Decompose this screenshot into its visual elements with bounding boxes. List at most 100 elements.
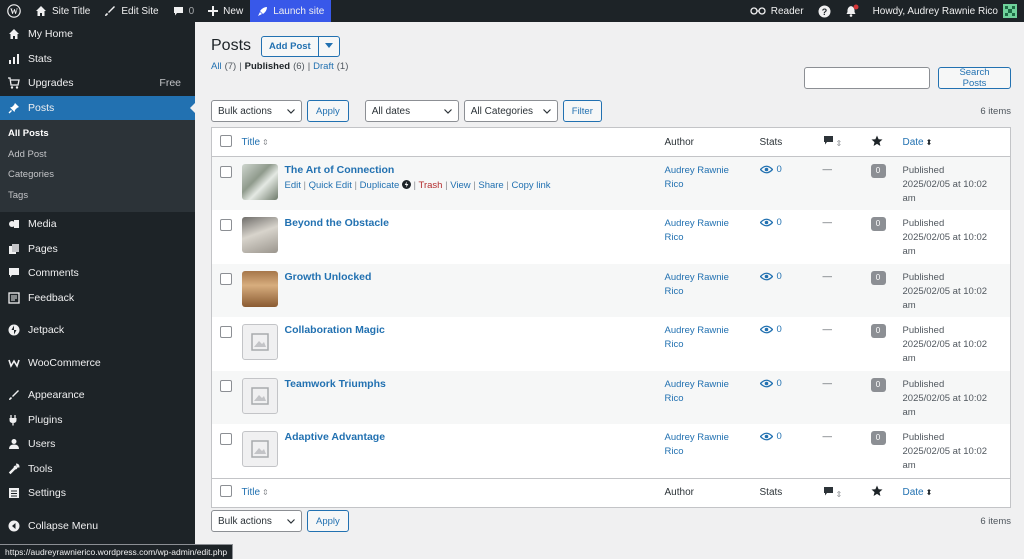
- sidebar-item-appearance[interactable]: Appearance: [0, 383, 195, 408]
- post-author-link[interactable]: Audrey Rawnie Rico: [665, 271, 752, 299]
- date-footer-label: Date: [902, 487, 924, 499]
- row-checkbox[interactable]: [220, 166, 232, 178]
- settings-icon: [9, 488, 19, 499]
- launch-site-button[interactable]: Launch site: [250, 0, 332, 22]
- post-stats[interactable]: 0: [759, 431, 815, 442]
- dates-filter-select[interactable]: All dates: [364, 100, 459, 122]
- view-published-link[interactable]: Published: [245, 61, 290, 72]
- submenu-item-tags[interactable]: Tags: [0, 186, 195, 207]
- filter-button[interactable]: Filter: [562, 100, 602, 122]
- author-line: Rico: [664, 339, 684, 351]
- post-title-link[interactable]: Teamwork Triumphs: [285, 378, 386, 390]
- view-link[interactable]: View: [450, 180, 470, 191]
- sidebar-item-media[interactable]: Media: [0, 212, 195, 237]
- post-author-link[interactable]: Audrey Rawnie Rico: [665, 217, 752, 245]
- sort-desc-icon: ⬍: [925, 137, 933, 147]
- comments-column-header[interactable]: ⇕: [818, 127, 867, 157]
- post-title-link[interactable]: Beyond the Obstacle: [285, 217, 389, 229]
- eye-icon: [759, 218, 773, 227]
- post-thumbnail-placeholder[interactable]: [241, 431, 278, 468]
- share-link[interactable]: Share: [478, 180, 503, 191]
- notifications-button[interactable]: [838, 0, 866, 22]
- date-column-footer[interactable]: Date ⬍: [898, 477, 1011, 508]
- post-thumbnail-placeholder[interactable]: [241, 324, 278, 361]
- collapse-menu-button[interactable]: Collapse Menu: [0, 514, 195, 539]
- sidebar-item-users[interactable]: Users: [0, 432, 195, 457]
- add-post-button[interactable]: Add Post: [262, 37, 318, 56]
- row-checkbox[interactable]: [220, 379, 232, 392]
- post-stats[interactable]: 0: [759, 324, 815, 335]
- items-count-bottom: 6 items: [980, 515, 1011, 527]
- edit-site-link[interactable]: Edit Site: [97, 0, 165, 22]
- post-author-link[interactable]: Audrey Rawnie Rico: [665, 378, 752, 406]
- sidebar-item-feedback[interactable]: Feedback: [0, 286, 195, 311]
- apply-button-bottom[interactable]: Apply: [307, 510, 349, 532]
- row-checkbox[interactable]: [220, 272, 232, 285]
- comments-count: —: [822, 217, 833, 229]
- bulk-actions-select-bottom[interactable]: Bulk actions: [211, 510, 302, 532]
- sidebar-item-jetpack[interactable]: Jetpack: [0, 318, 195, 343]
- select-all-checkbox-footer[interactable]: [220, 485, 232, 498]
- post-thumbnail[interactable]: [241, 217, 278, 254]
- post-author-link[interactable]: Audrey Rawnie Rico: [665, 324, 752, 352]
- sidebar-item-plugins[interactable]: Plugins: [0, 408, 195, 433]
- quick-edit-link[interactable]: Quick Edit: [309, 180, 352, 191]
- sidebar-item-upgrades[interactable]: Upgrades Free: [0, 71, 195, 96]
- post-stats[interactable]: 0: [759, 164, 815, 175]
- sidebar-item-pages[interactable]: Pages: [0, 237, 195, 262]
- duplicate-link[interactable]: Duplicate: [360, 180, 400, 191]
- submenu-item-categories[interactable]: Categories: [0, 165, 195, 186]
- post-thumbnail-placeholder[interactable]: [241, 377, 278, 414]
- row-checkbox[interactable]: [220, 433, 232, 446]
- post-title-link[interactable]: Collaboration Magic: [285, 324, 385, 336]
- search-input[interactable]: [804, 67, 930, 89]
- edit-link[interactable]: Edit: [285, 180, 301, 191]
- post-author-link[interactable]: Audrey Rawnie Rico: [665, 164, 752, 192]
- sort-icon: ⇕: [835, 489, 843, 499]
- submenu-item-all-posts[interactable]: All Posts: [0, 124, 195, 145]
- author-line: Audrey Rawnie: [664, 165, 729, 176]
- sidebar-item-posts[interactable]: Posts: [0, 95, 195, 120]
- new-content-link[interactable]: New: [201, 0, 250, 22]
- comments-column-footer[interactable]: ⇕: [818, 477, 867, 508]
- view-all-link[interactable]: All: [211, 61, 222, 72]
- sidebar-item-stats[interactable]: Stats: [0, 47, 195, 72]
- trash-link[interactable]: Trash: [419, 180, 443, 191]
- post-stats[interactable]: 0: [759, 271, 815, 282]
- select-all-checkbox[interactable]: [220, 134, 232, 147]
- categories-filter-select[interactable]: All Categories: [463, 100, 558, 122]
- site-title-link[interactable]: Site Title: [28, 0, 97, 22]
- view-draft-link[interactable]: Draft: [313, 61, 334, 72]
- post-thumbnail[interactable]: [241, 164, 278, 200]
- search-posts-button[interactable]: Search Posts: [938, 67, 1011, 89]
- comments-link[interactable]: 0: [166, 0, 202, 22]
- date-column-header[interactable]: Date ⬍: [898, 127, 1011, 157]
- post-title-link[interactable]: The Art of Connection: [285, 164, 395, 176]
- reader-link[interactable]: Reader: [743, 0, 811, 22]
- sidebar-item-settings[interactable]: Settings: [0, 481, 195, 506]
- post-title-link[interactable]: Growth Unlocked: [285, 271, 372, 283]
- row-checkbox[interactable]: [220, 219, 232, 232]
- post-title-link[interactable]: Adaptive Advantage: [285, 431, 386, 443]
- title-column-footer[interactable]: Title ⇕: [237, 477, 661, 508]
- add-post-dropdown-button[interactable]: [317, 36, 339, 56]
- post-thumbnail[interactable]: [241, 270, 278, 307]
- apply-button[interactable]: Apply: [307, 100, 349, 122]
- submenu-item-add-post[interactable]: Add Post: [0, 145, 195, 166]
- row-checkbox[interactable]: [220, 326, 232, 339]
- sidebar-item-my-home[interactable]: My Home: [0, 22, 195, 47]
- help-button[interactable]: ?: [811, 0, 838, 22]
- post-stats[interactable]: 0: [759, 378, 815, 389]
- bulk-actions-select[interactable]: Bulk actions: [211, 100, 302, 122]
- post-stats[interactable]: 0: [759, 217, 815, 229]
- sidebar-item-woocommerce[interactable]: WooCommerce: [0, 351, 195, 376]
- account-menu[interactable]: Howdy, Audrey Rawnie Rico: [866, 0, 1024, 22]
- date-status: Published: [902, 165, 945, 176]
- copy-link-link[interactable]: Copy link: [511, 180, 550, 191]
- post-author-link[interactable]: Audrey Rawnie Rico: [665, 431, 752, 459]
- wordpress-logo-button[interactable]: W: [0, 0, 28, 22]
- views-count: 0: [776, 217, 782, 229]
- sidebar-item-tools[interactable]: Tools: [0, 457, 195, 482]
- sidebar-item-comments[interactable]: Comments: [0, 261, 195, 286]
- title-column-header[interactable]: Title ⇕: [237, 127, 661, 157]
